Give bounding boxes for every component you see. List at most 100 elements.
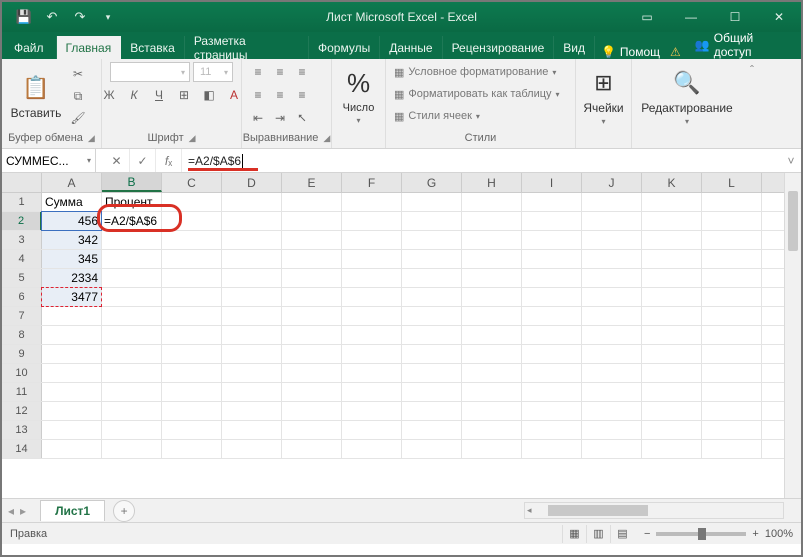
zoom-out-icon[interactable]: − — [644, 528, 650, 540]
cell-B3[interactable] — [102, 231, 162, 249]
align-left-icon[interactable]: ≡ — [248, 85, 268, 105]
row-header-3[interactable]: 3 — [2, 231, 42, 249]
zoom-slider[interactable] — [656, 532, 746, 536]
tab-formulas[interactable]: Формулы — [309, 36, 380, 59]
col-header-H[interactable]: H — [462, 173, 522, 192]
sheet-nav-prev-icon[interactable]: ◂ — [8, 504, 14, 518]
zoom-in-icon[interactable]: + — [752, 528, 758, 540]
col-header-L[interactable]: L — [702, 173, 762, 192]
increase-indent-icon[interactable]: ⇥ — [270, 108, 290, 128]
cell-C1[interactable] — [162, 193, 222, 211]
cell-A1[interactable]: Сумма — [42, 193, 102, 211]
qat-customize-icon[interactable]: ▾ — [94, 2, 122, 32]
row-header-4[interactable]: 4 — [2, 250, 42, 268]
row-header-8[interactable]: 8 — [2, 326, 42, 344]
row-header-7[interactable]: 7 — [2, 307, 42, 325]
font-size-combo[interactable]: 11▾ — [193, 62, 233, 82]
formula-input[interactable]: =A2/$A$6 — [182, 149, 781, 172]
format-painter-icon[interactable]: 🖌 — [68, 108, 88, 128]
name-box[interactable]: СУММЕС... ▾ — [2, 149, 96, 172]
tab-home[interactable]: Главная — [57, 36, 122, 59]
align-top-icon[interactable]: ≡ — [248, 62, 268, 82]
dialog-launcher-icon[interactable]: ◢ — [189, 133, 196, 144]
view-normal-icon[interactable]: ▦ — [562, 525, 586, 543]
chevron-down-icon[interactable]: ▾ — [87, 156, 91, 165]
tab-review[interactable]: Рецензирование — [443, 36, 555, 59]
insert-function-icon[interactable]: fₓ — [156, 149, 182, 172]
row-header-10[interactable]: 10 — [2, 364, 42, 382]
col-header-F[interactable]: F — [342, 173, 402, 192]
row-header-1[interactable]: 1 — [2, 193, 42, 211]
dialog-launcher-icon[interactable]: ◢ — [323, 133, 330, 144]
format-as-table-button[interactable]: ▦Форматировать как таблицу▾ — [392, 84, 569, 104]
col-header-I[interactable]: I — [522, 173, 582, 192]
align-bottom-icon[interactable]: ≡ — [292, 62, 312, 82]
tab-data[interactable]: Данные — [380, 36, 442, 59]
zoom-level[interactable]: 100% — [765, 528, 793, 540]
border-icon[interactable]: ⊞ — [174, 85, 194, 105]
number-format-button[interactable]: % Число ▾ — [338, 68, 379, 125]
expand-formula-bar-icon[interactable]: ˅ — [781, 149, 801, 172]
close-icon[interactable]: ✕ — [757, 2, 801, 32]
col-header-J[interactable]: J — [582, 173, 642, 192]
save-icon[interactable]: 💾 — [10, 2, 38, 32]
col-header-G[interactable]: G — [402, 173, 462, 192]
share-button[interactable]: 👥 Общий доступ — [685, 31, 801, 59]
ribbon-collapse-icon[interactable]: ˆ — [742, 59, 762, 148]
underline-icon[interactable]: Ч — [149, 85, 169, 105]
sheet-nav-next-icon[interactable]: ▸ — [20, 504, 26, 518]
align-center-icon[interactable]: ≡ — [270, 85, 290, 105]
tell-me[interactable]: 💡 Помощ — [595, 45, 666, 59]
cell-B1[interactable]: Процент — [102, 193, 162, 211]
sheet-tab[interactable]: Лист1 — [40, 500, 105, 521]
row-header-13[interactable]: 13 — [2, 421, 42, 439]
dialog-launcher-icon[interactable]: ◢ — [88, 133, 95, 144]
horizontal-scrollbar[interactable]: ◂ — [524, 502, 784, 519]
cell-A5[interactable]: 2334 — [42, 269, 102, 287]
select-all-corner[interactable] — [2, 173, 42, 192]
paste-button[interactable]: 📋 Вставить — [8, 72, 64, 120]
fill-color-icon[interactable]: ◧ — [199, 85, 219, 105]
font-name-combo[interactable]: ▾ — [110, 62, 190, 82]
redo-icon[interactable]: ↷ — [66, 2, 94, 32]
cell-A3[interactable]: 342 — [42, 231, 102, 249]
worksheet-grid[interactable]: A B C D E F G H I J K L 1 Сумма Процент … — [2, 173, 801, 498]
row-header-5[interactable]: 5 — [2, 269, 42, 287]
bold-icon[interactable]: Ж — [99, 85, 119, 105]
italic-icon[interactable]: К — [124, 85, 144, 105]
tab-view[interactable]: Вид — [554, 36, 595, 59]
undo-icon[interactable]: ↶ — [38, 2, 66, 32]
tab-insert[interactable]: Вставка — [121, 36, 185, 59]
maximize-icon[interactable]: ☐ — [713, 2, 757, 32]
align-middle-icon[interactable]: ≡ — [270, 62, 290, 82]
ribbon-options-icon[interactable]: ▭ — [625, 2, 669, 32]
row-header-2[interactable]: 2 — [2, 212, 42, 230]
cut-icon[interactable]: ✂ — [68, 64, 88, 84]
row-header-6[interactable]: 6 — [2, 288, 42, 306]
tab-file[interactable]: Файл — [2, 36, 57, 59]
row-header-9[interactable]: 9 — [2, 345, 42, 363]
cell-A6[interactable]: 3477 — [42, 288, 102, 306]
cells-button[interactable]: ⊞ Ячейки ▾ — [582, 67, 625, 126]
orientation-icon[interactable]: ⭦ — [292, 108, 312, 128]
col-header-B[interactable]: B — [102, 173, 162, 192]
decrease-indent-icon[interactable]: ⇤ — [248, 108, 268, 128]
cell-A2[interactable]: 456 — [42, 212, 102, 230]
conditional-formatting-button[interactable]: ▦Условное форматирование▾ — [392, 62, 569, 82]
copy-icon[interactable]: ⧉ — [68, 86, 88, 106]
row-header-12[interactable]: 12 — [2, 402, 42, 420]
col-header-E[interactable]: E — [282, 173, 342, 192]
row-header-14[interactable]: 14 — [2, 440, 42, 458]
cancel-formula-icon[interactable]: ✕ — [104, 149, 130, 172]
minimize-icon[interactable]: — — [669, 2, 713, 32]
new-sheet-icon[interactable]: + — [113, 500, 135, 522]
row-header-11[interactable]: 11 — [2, 383, 42, 401]
view-page-break-icon[interactable]: ▤ — [610, 525, 634, 543]
cell-styles-button[interactable]: ▦Стили ячеек▾ — [392, 106, 569, 126]
accept-formula-icon[interactable]: ✓ — [130, 149, 156, 172]
font-color-icon[interactable]: A — [224, 85, 244, 105]
col-header-C[interactable]: C — [162, 173, 222, 192]
col-header-D[interactable]: D — [222, 173, 282, 192]
view-page-layout-icon[interactable]: ▥ — [586, 525, 610, 543]
cell-B2[interactable]: =A2/$A$6 — [102, 212, 162, 230]
